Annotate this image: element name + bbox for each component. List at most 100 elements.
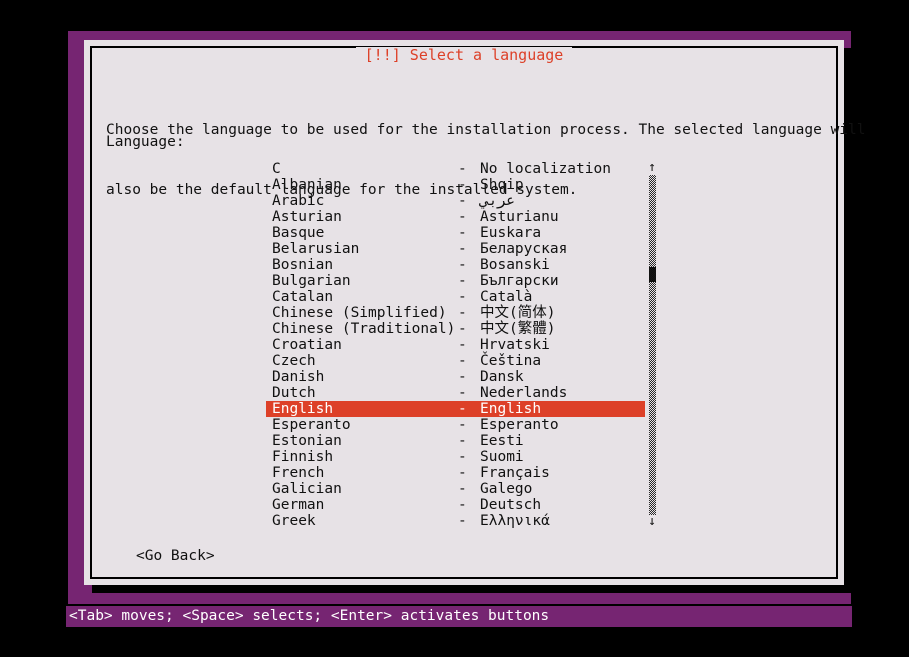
language-name-english: Danish (272, 369, 325, 385)
language-name-native: Български (480, 273, 559, 289)
language-separator: - (458, 321, 467, 337)
language-name-english: Basque (272, 225, 325, 241)
language-separator: - (458, 449, 467, 465)
language-row[interactable]: Chinese (Simplified) - 中文(简体) (266, 305, 818, 321)
language-name-native: Euskara (480, 225, 542, 241)
status-bar-hint: <Tab> moves; <Space> selects; <Enter> ac… (66, 606, 852, 627)
language-name-english: Chinese (Traditional) (272, 321, 456, 337)
language-name-english: Esperanto (272, 417, 351, 433)
language-name-native: Ελληνικά (480, 513, 550, 529)
language-row[interactable]: C - No localization (266, 161, 818, 177)
language-separator: - (458, 497, 467, 513)
scrollbar-thumb[interactable] (649, 267, 656, 282)
language-name-english: Estonian (272, 433, 342, 449)
dialog-title-bar: [!!] Select a language (92, 47, 836, 64)
language-name-native: Suomi (480, 449, 524, 465)
description-line-1: Choose the language to be used for the i… (106, 122, 866, 138)
language-separator: - (458, 433, 467, 449)
language-name-english: Dutch (272, 385, 316, 401)
language-name-english: Catalan (272, 289, 334, 305)
language-separator: - (458, 193, 467, 209)
language-name-native: Deutsch (480, 497, 542, 513)
language-row[interactable]: Basque - Euskara (266, 225, 818, 241)
language-name-english: Albanian (272, 177, 342, 193)
dialog-inner-border: [!!] Select a language Choose the langua… (90, 46, 866, 579)
language-separator: - (458, 241, 467, 257)
language-row[interactable]: Bosnian - Bosanski (266, 257, 818, 273)
language-separator: - (458, 401, 467, 417)
language-separator: - (458, 513, 467, 529)
language-name-native: Eesti (480, 433, 524, 449)
language-list-container: C - No localization Albanian - Shqip Arabic - عر… (266, 161, 834, 529)
language-separator: - (458, 273, 467, 289)
language-row[interactable]: Asturian - Asturianu (266, 209, 818, 225)
language-row[interactable]: Finnish - Suomi (266, 449, 818, 465)
language-name-english: Galician (272, 481, 342, 497)
language-name-english: Czech (272, 353, 316, 369)
language-name-native: Беларуская (480, 241, 568, 257)
language-name-english: Bulgarian (272, 273, 351, 289)
language-name-native: Català (480, 289, 533, 305)
language-row[interactable]: Galician - Galego (266, 481, 818, 497)
language-list-scrollbar[interactable]: ↑ ↓ (645, 161, 659, 529)
language-separator: - (458, 385, 467, 401)
language-name-english: Croatian (272, 337, 342, 353)
language-name-native: Français (480, 465, 550, 481)
language-row-selected[interactable]: English - English (266, 401, 645, 417)
language-separator: - (458, 257, 467, 273)
language-separator: - (458, 177, 467, 193)
scrollbar-track[interactable] (649, 175, 656, 515)
scroll-up-arrow-icon[interactable]: ↑ (645, 161, 659, 175)
installer-screen: [!!] Select a language Choose the langua… (0, 0, 909, 657)
language-name-native: English (480, 401, 542, 417)
language-name-english: Bosnian (272, 257, 334, 273)
page-title: [!!] Select a language (355, 47, 573, 63)
language-row[interactable]: Greek - Ελληνικά (266, 513, 818, 529)
language-name-english: Chinese (Simplified) (272, 305, 447, 321)
language-name-english: English (272, 401, 334, 417)
language-row[interactable]: Albanian - Shqip (266, 177, 818, 193)
language-name-english: Greek (272, 513, 316, 529)
language-row[interactable]: Belarusian - Беларуская (266, 241, 818, 257)
language-name-native: Dansk (480, 369, 524, 385)
language-separator: - (458, 161, 467, 177)
language-name-english: German (272, 497, 325, 513)
language-separator: - (458, 417, 467, 433)
language-row[interactable]: French - Français (266, 465, 818, 481)
language-name-native: Bosanski (480, 257, 550, 273)
language-field-label: Language: (106, 134, 185, 150)
language-name-english: Belarusian (272, 241, 360, 257)
language-name-english: Finnish (272, 449, 334, 465)
go-back-button[interactable]: <Go Back> (136, 547, 215, 565)
language-name-native: Hrvatski (480, 337, 550, 353)
language-name-native: 中文(简体) (480, 305, 556, 321)
language-separator: - (458, 305, 467, 321)
language-separator: - (458, 289, 467, 305)
language-name-native: عربي (480, 193, 515, 209)
language-row[interactable]: Chinese (Traditional) - 中文(繁體) (266, 321, 818, 337)
language-row[interactable]: Bulgarian - Български (266, 273, 818, 289)
language-name-native: Shqip (480, 177, 524, 193)
language-row[interactable]: Danish - Dansk (266, 369, 818, 385)
language-row[interactable]: Estonian - Eesti (266, 433, 818, 449)
language-row[interactable]: Czech - Čeština (266, 353, 818, 369)
scroll-down-arrow-icon[interactable]: ↓ (645, 515, 659, 529)
language-separator: - (458, 465, 467, 481)
language-name-native: Esperanto (480, 417, 559, 433)
language-row[interactable]: Croatian - Hrvatski (266, 337, 818, 353)
language-separator: - (458, 225, 467, 241)
language-row[interactable]: German - Deutsch (266, 497, 818, 513)
language-row[interactable]: Arabic - عربي (266, 193, 818, 209)
language-name-native: Nederlands (480, 385, 568, 401)
language-row[interactable]: Dutch - Nederlands (266, 385, 818, 401)
language-name-native: Galego (480, 481, 533, 497)
language-row[interactable]: Catalan - Català (266, 289, 818, 305)
language-separator: - (458, 353, 467, 369)
language-row[interactable]: Esperanto - Esperanto (266, 417, 818, 433)
language-name-native: Čeština (480, 353, 542, 369)
language-list[interactable]: C - No localization Albanian - Shqip Arabic - عر… (266, 161, 818, 529)
language-name-native: 中文(繁體) (480, 321, 556, 337)
language-name-native: No localization (480, 161, 611, 177)
language-name-native: Asturianu (480, 209, 559, 225)
language-separator: - (458, 337, 467, 353)
